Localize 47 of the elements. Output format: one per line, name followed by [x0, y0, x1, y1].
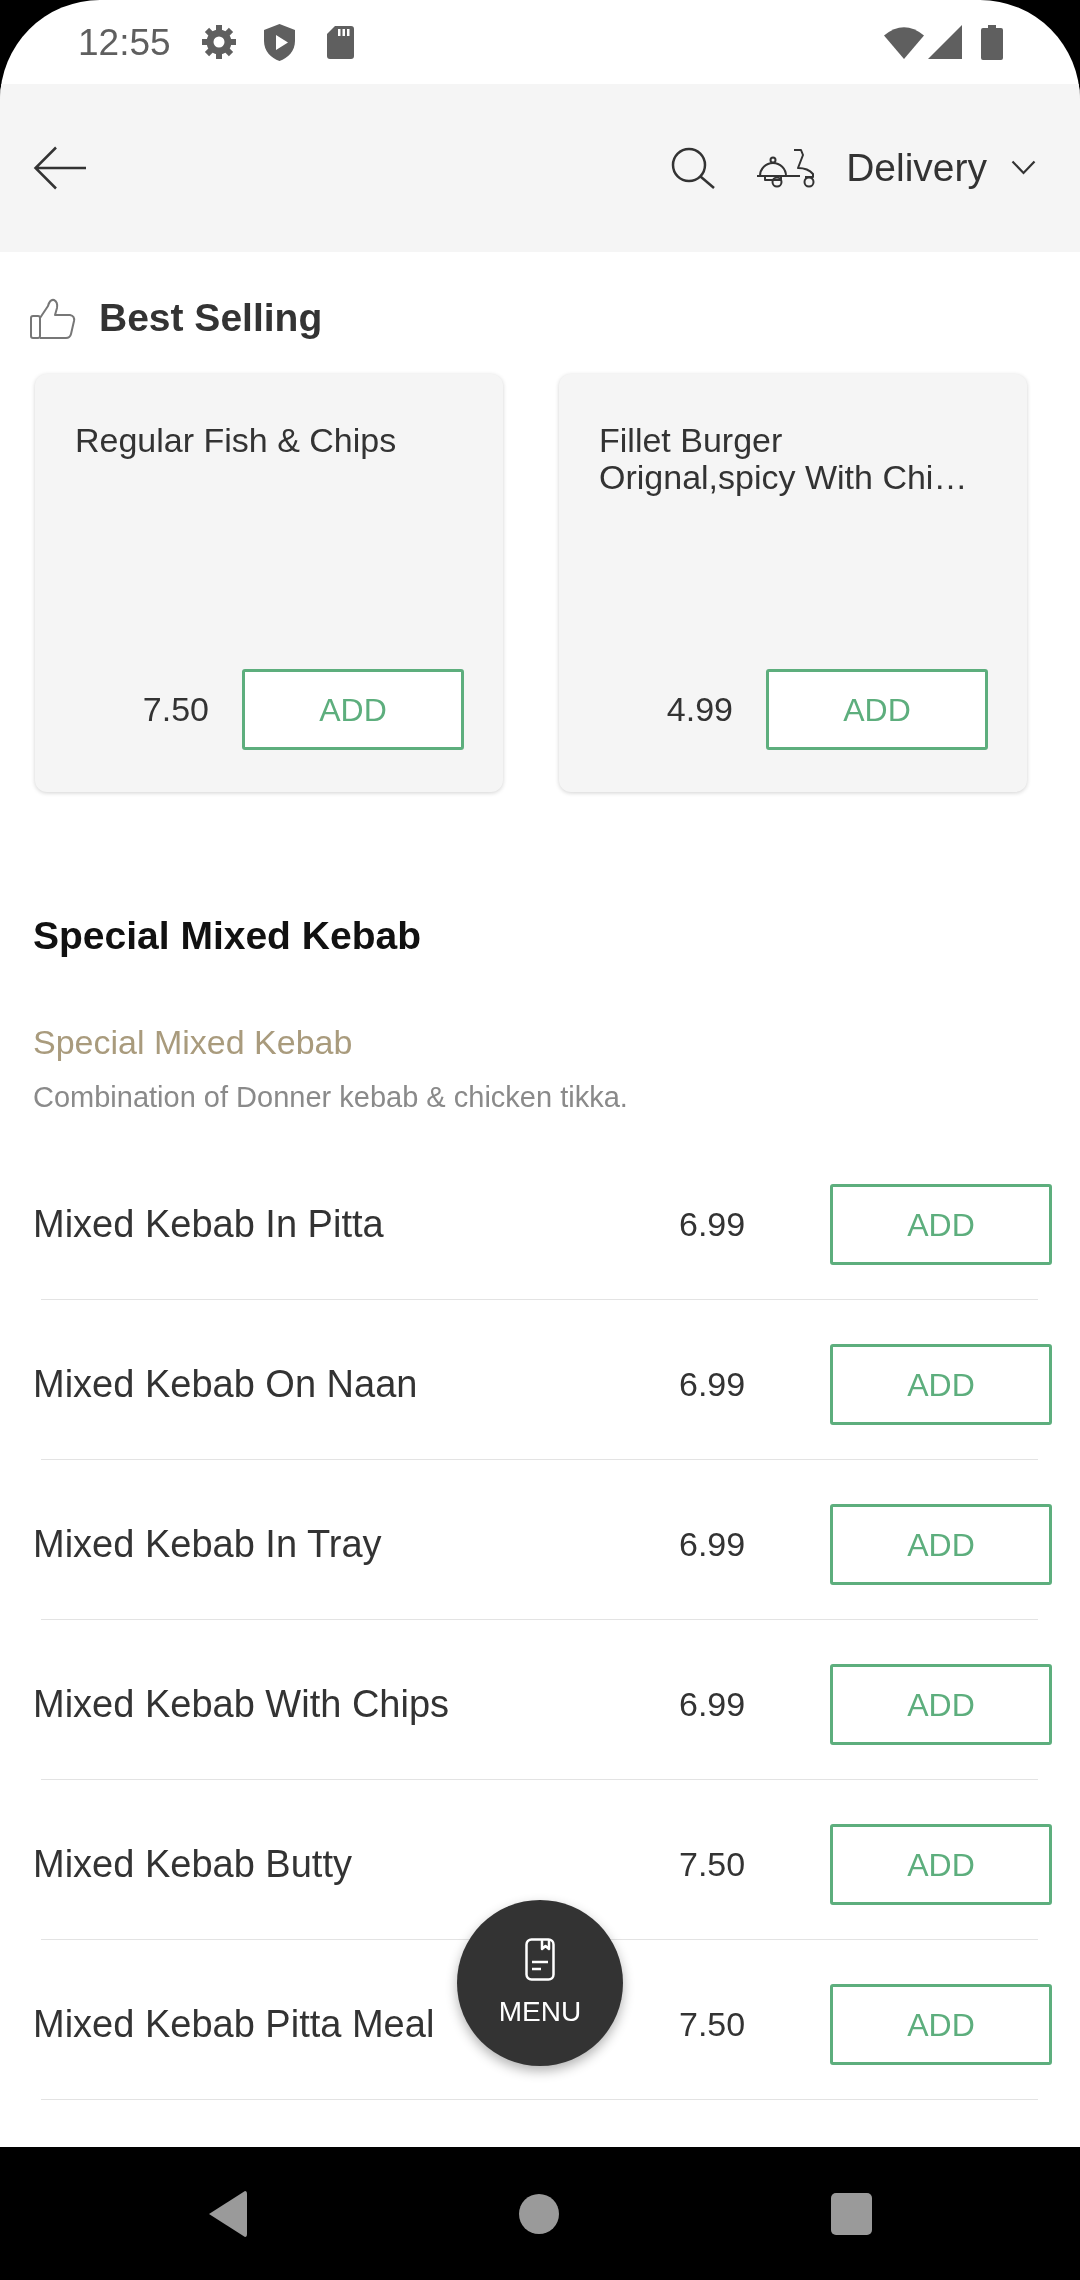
add-button[interactable]: ADD — [830, 1664, 1052, 1745]
subcategory-description: Combination of Donner kebab & chicken tikka. — [33, 1080, 628, 1115]
menu-item-price: 7.50 — [679, 2004, 746, 2045]
add-button[interactable]: ADD — [830, 1824, 1052, 1905]
product-card[interactable]: Fillet Burger Orignal,spicy With Chi… 4.99 ADD — [559, 374, 1027, 792]
menu-item-price: 7.50 — [679, 1844, 746, 1885]
add-button[interactable]: ADD — [830, 1504, 1052, 1585]
menu-item-name: Mixed Kebab In Pitta — [33, 1201, 384, 1247]
product-price: 7.50 — [142, 689, 209, 730]
add-button[interactable]: ADD — [830, 1344, 1052, 1425]
section-heading: Best Selling — [99, 295, 323, 341]
thumbs-up-icon — [30, 297, 75, 339]
add-button[interactable]: ADD — [830, 1184, 1052, 1265]
menu-item-name: Mixed Kebab In Tray — [33, 1521, 382, 1567]
menu-button[interactable]: MENU — [457, 1900, 623, 2066]
subcategory-title: Special Mixed Kebab — [33, 1022, 353, 1062]
chevron-down-icon — [1011, 160, 1036, 176]
product-name: Regular Fish & Chips — [75, 422, 397, 459]
menu-item-name: Mixed Kebab With Chips — [33, 1681, 450, 1727]
signal-icon — [928, 25, 962, 59]
menu-item-price: 6.99 — [679, 1684, 746, 1725]
shield-icon — [263, 23, 295, 61]
menu-item-price: 6.99 — [679, 1524, 746, 1565]
document-icon — [525, 1938, 555, 1981]
menu-item-name: Mixed Kebab On Naan — [33, 1361, 418, 1407]
order-type-dropdown[interactable]: Delivery — [756, 144, 1036, 192]
sd-card-icon — [326, 25, 354, 59]
product-name: Fillet Burger Orignal,spicy With Chi… — [599, 422, 969, 496]
nav-back-icon[interactable] — [208, 2190, 247, 2237]
nav-recents-icon[interactable] — [830, 2192, 872, 2235]
status-time: 12:55 — [78, 23, 171, 61]
nav-home-icon[interactable] — [518, 2193, 559, 2234]
search-icon[interactable] — [671, 147, 716, 189]
add-button[interactable]: ADD — [242, 669, 464, 750]
battery-icon — [981, 24, 1003, 60]
product-price: 4.99 — [666, 689, 733, 730]
product-card[interactable]: Regular Fish & Chips 7.50 ADD — [35, 374, 503, 792]
back-icon[interactable] — [34, 146, 86, 190]
wifi-icon — [884, 25, 924, 59]
category-heading: Special Mixed Kebab — [33, 913, 421, 959]
add-button[interactable]: ADD — [830, 1984, 1052, 2065]
add-button[interactable]: ADD — [766, 669, 988, 750]
menu-item-name: Mixed Kebab Pitta Meal — [33, 2001, 435, 2047]
gear-icon — [201, 25, 236, 59]
menu-item-name: Mixed Kebab Butty — [33, 1841, 352, 1887]
menu-item-price: 6.99 — [679, 1204, 746, 1245]
menu-item-price: 6.99 — [679, 1364, 746, 1405]
